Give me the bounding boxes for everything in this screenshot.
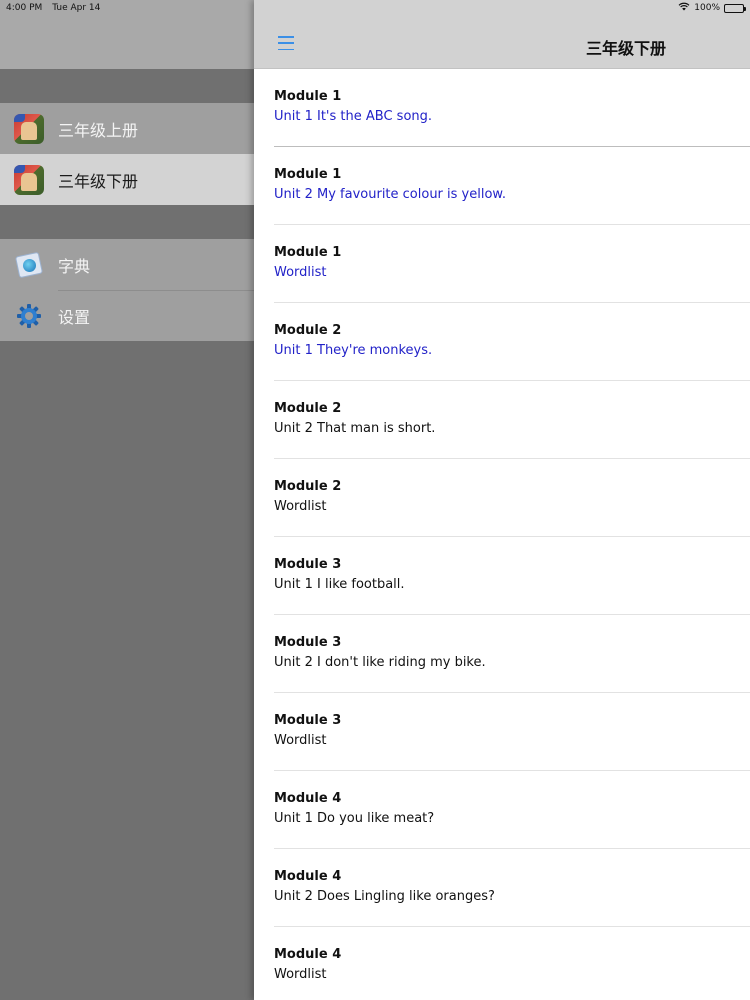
list-item[interactable]: Module 1 Unit 1 It's the ABC song. <box>254 69 750 147</box>
list-item[interactable]: Module 1 Wordlist <box>254 225 750 303</box>
module-title: Module 3 <box>274 713 342 728</box>
module-title: Module 3 <box>274 635 342 650</box>
sidebar: 三年级上册 三年级下册 字典 设置 <box>0 0 254 1000</box>
hamburger-menu-icon[interactable] <box>278 36 294 50</box>
unit-title: Wordlist <box>274 733 327 748</box>
gear-icon <box>14 301 44 331</box>
list-item[interactable]: Module 2 Unit 2 That man is short. <box>254 381 750 459</box>
list-item[interactable]: Module 1 Unit 2 My favourite colour is ye… <box>254 147 750 225</box>
module-title: Module 4 <box>274 947 342 962</box>
module-title: Module 2 <box>274 323 342 338</box>
unit-title: Wordlist <box>274 265 327 280</box>
sidebar-tools-group: 字典 设置 <box>0 239 254 341</box>
wifi-icon <box>678 2 690 14</box>
textbook-cover-icon <box>14 113 44 144</box>
unit-title: Wordlist <box>274 967 327 982</box>
unit-list-panel: 三年级下册 Module 1 Unit 1 It's the ABC song. M… <box>254 0 750 1000</box>
list-item[interactable]: Module 4 Wordlist <box>254 927 750 1000</box>
module-title: Module 3 <box>274 557 342 572</box>
unit-title: Unit 1 It's the ABC song. <box>274 109 433 124</box>
sidebar-book-group: 三年级上册 三年级下册 <box>0 103 254 205</box>
sidebar-item-settings[interactable]: 设置 <box>0 290 254 341</box>
module-title: Module 4 <box>274 791 342 806</box>
module-title: Module 1 <box>274 245 342 260</box>
unit-title: Unit 2 My favourite colour is yellow. <box>274 187 506 202</box>
sidebar-item-label: 三年级上册 <box>58 120 139 140</box>
textbook-cover-icon <box>14 164 44 195</box>
module-title: Module 1 <box>274 89 342 104</box>
list-item[interactable]: Module 4 Unit 2 Does Lingling like orange… <box>254 849 750 927</box>
dictionary-icon <box>14 250 44 280</box>
unit-title: Wordlist <box>274 499 327 514</box>
unit-title: Unit 2 I don't like riding my bike. <box>274 655 486 670</box>
sidebar-item-book-grade3-vol1[interactable]: 三年级上册 <box>0 103 254 154</box>
status-date: Tue Apr 14 <box>52 3 101 13</box>
module-title: Module 1 <box>274 167 342 182</box>
list-item[interactable]: Module 3 Unit 1 I like football. <box>254 537 750 615</box>
list-item[interactable]: Module 4 Unit 1 Do you like meat? <box>254 771 750 849</box>
unit-title: Unit 1 They're monkeys. <box>274 343 433 358</box>
list-item[interactable]: Module 2 Wordlist <box>254 459 750 537</box>
unit-title: Unit 1 I like football. <box>274 577 405 592</box>
unit-list: Module 1 Unit 1 It's the ABC song. Module … <box>254 69 750 1000</box>
module-title: Module 2 <box>274 401 342 416</box>
unit-title: Unit 2 Does Lingling like oranges? <box>274 889 495 904</box>
battery-icon <box>724 3 746 13</box>
module-title: Module 4 <box>274 869 342 884</box>
sidebar-item-label: 设置 <box>58 307 91 327</box>
status-time: 4:00 PM <box>6 3 43 13</box>
sidebar-item-label: 字典 <box>58 256 91 276</box>
unit-title: Unit 2 That man is short. <box>274 421 436 436</box>
page-title: 三年级下册 <box>586 39 667 58</box>
list-item[interactable]: Module 3 Unit 2 I don't like riding my bi… <box>254 615 750 693</box>
battery-percentage: 100% <box>694 3 720 13</box>
sidebar-item-label: 三年级下册 <box>58 171 139 191</box>
sidebar-item-dictionary[interactable]: 字典 <box>0 239 254 290</box>
module-title: Module 2 <box>274 479 342 494</box>
list-item[interactable]: Module 2 Unit 1 They're monkeys. <box>254 303 750 381</box>
list-item[interactable]: Module 3 Wordlist <box>254 693 750 771</box>
sidebar-item-book-grade3-vol2[interactable]: 三年级下册 <box>0 154 254 205</box>
status-bar: 4:00 PM Tue Apr 14 100% <box>0 0 750 16</box>
unit-title: Unit 1 Do you like meat? <box>274 811 435 826</box>
